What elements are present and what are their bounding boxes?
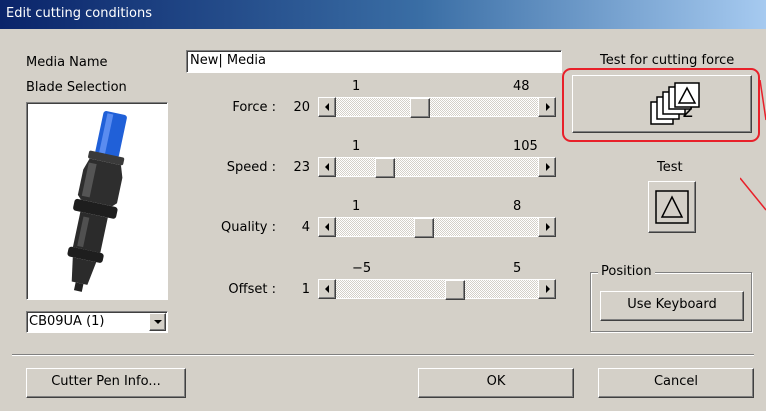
window-title: Edit cutting conditions	[6, 6, 153, 21]
force-value: 20	[293, 100, 310, 115]
arrow-left-icon	[325, 163, 329, 171]
triangle-icon	[655, 190, 689, 224]
arrow-right-icon	[546, 223, 550, 231]
quality-increase-button[interactable]	[538, 217, 556, 237]
cutter-pen-info-label: Cutter Pen Info...	[51, 374, 161, 389]
quality-label: Quality :	[221, 220, 276, 235]
title-bar: Edit cutting conditions	[0, 0, 766, 29]
speed-min-label: 1	[352, 139, 361, 154]
offset-slider-thumb[interactable]	[445, 280, 465, 300]
use-keyboard-button[interactable]: Use Keyboard	[600, 291, 744, 321]
offset-label: Offset :	[228, 282, 276, 297]
use-keyboard-label: Use Keyboard	[627, 297, 717, 312]
arrow-right-icon	[546, 285, 550, 293]
offset-increase-button[interactable]	[538, 279, 556, 299]
test-label: Test	[657, 160, 683, 175]
position-group-label: Position	[598, 264, 655, 279]
media-name-label: Media Name	[26, 55, 108, 70]
test-cutting-force-label: Test for cutting force	[600, 53, 735, 68]
blade-holder-image	[67, 111, 127, 292]
arrow-left-icon	[325, 285, 329, 293]
quality-value: 4	[301, 220, 310, 235]
ok-label: OK	[486, 374, 506, 389]
cutter-pen-info-button[interactable]: Cutter Pen Info...	[26, 368, 186, 398]
offset-max-label: 5	[513, 261, 522, 276]
force-min-label: 1	[352, 79, 361, 94]
speed-slider-track[interactable]	[336, 157, 538, 178]
speed-slider-thumb[interactable]	[375, 158, 395, 178]
offset-slider[interactable]	[318, 279, 556, 300]
arrow-right-icon	[546, 103, 550, 111]
chevron-down-icon	[154, 320, 162, 324]
test-button[interactable]	[648, 181, 696, 233]
separator-line	[12, 354, 754, 356]
quality-min-label: 1	[352, 199, 361, 214]
media-name-input[interactable]: New| Media	[186, 50, 562, 73]
cancel-label: Cancel	[653, 374, 699, 389]
force-decrease-button[interactable]	[318, 97, 336, 117]
quality-slider[interactable]	[318, 217, 556, 238]
offset-slider-track[interactable]	[336, 279, 538, 300]
ok-button[interactable]: OK	[418, 368, 574, 398]
media-name-value: New| Media	[190, 53, 266, 68]
speed-value: 23	[293, 160, 310, 175]
speed-increase-button[interactable]	[538, 157, 556, 177]
force-slider-thumb[interactable]	[410, 98, 430, 118]
blade-selection-label: Blade Selection	[26, 80, 127, 95]
annotation-arrow-lines	[740, 80, 766, 211]
force-slider-track[interactable]	[336, 97, 538, 118]
quality-slider-track[interactable]	[336, 217, 538, 238]
offset-min-label: −5	[352, 261, 372, 276]
speed-slider[interactable]	[318, 157, 556, 178]
offset-decrease-button[interactable]	[318, 279, 336, 299]
speed-decrease-button[interactable]	[318, 157, 336, 177]
force-increase-button[interactable]	[538, 97, 556, 117]
blade-select-dropdown[interactable]: CB09UA (1)	[26, 311, 168, 333]
annotation-highlight-box	[562, 68, 760, 142]
blade-select-value: CB09UA (1)	[29, 314, 105, 329]
force-max-label: 48	[513, 79, 530, 94]
edit-cutting-conditions-dialog: Edit cutting conditions Media Name New| …	[0, 0, 766, 411]
force-label: Force :	[232, 100, 276, 115]
dropdown-arrow-button[interactable]	[149, 313, 166, 331]
blade-image-frame	[26, 102, 168, 300]
arrow-right-icon	[546, 163, 550, 171]
cancel-button[interactable]: Cancel	[598, 368, 754, 398]
quality-decrease-button[interactable]	[318, 217, 336, 237]
quality-slider-thumb[interactable]	[414, 218, 434, 238]
speed-label: Speed :	[226, 160, 276, 175]
speed-max-label: 105	[513, 139, 538, 154]
arrow-left-icon	[325, 103, 329, 111]
force-slider[interactable]	[318, 97, 556, 118]
arrow-left-icon	[325, 223, 329, 231]
offset-value: 1	[301, 282, 310, 297]
quality-max-label: 8	[513, 199, 522, 214]
